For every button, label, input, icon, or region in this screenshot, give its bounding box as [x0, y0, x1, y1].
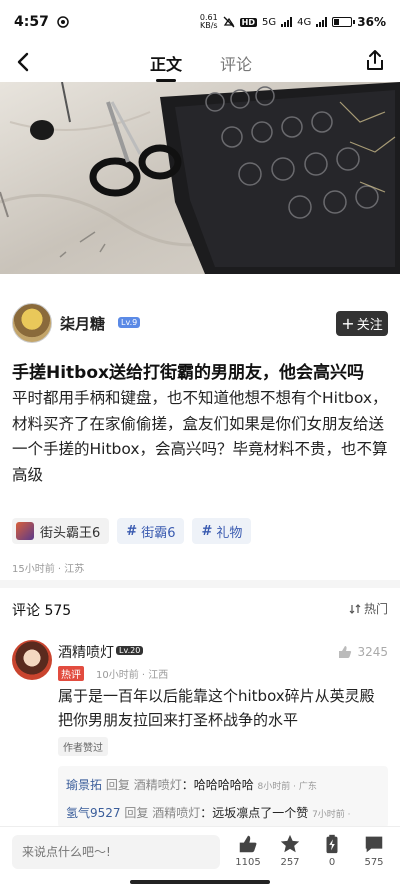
reply-target: 酒精喷灯: [152, 806, 201, 820]
reply-item[interactable]: 瑜景拓 回复 酒精喷灯：哈哈哈哈哈 8小时前 · 广东: [66, 772, 380, 800]
home-indicator[interactable]: [130, 880, 270, 884]
reply-item[interactable]: 氢气9527 回复 酒精喷灯：远坂凛点了一个赞 7小时前 ·: [66, 800, 380, 828]
reply-text: ：远坂凛点了一个赞: [200, 806, 309, 820]
reply-meta: 8小时前 · 广东: [257, 782, 317, 792]
share-icon[interactable]: [362, 48, 388, 74]
comments-header: 评论 575 热门: [12, 600, 388, 620]
like-count: 1105: [235, 857, 261, 868]
comment-text: 属于是一百年以后能靠这个hitbox碎片从英灵殿把你男朋友拉回来打圣杯战争的水平: [58, 687, 375, 729]
game-icon: [16, 522, 34, 540]
net-speed: 0.61 KB/s: [200, 14, 218, 30]
comment-bubble-icon: [365, 836, 383, 853]
signal-5g-label: 5G: [262, 16, 277, 28]
hashtag-icon: #: [201, 523, 213, 539]
article-title: 手搓Hitbox送给打街霸的男朋友，他会高兴吗: [12, 363, 364, 383]
signal-5g-icon: [281, 17, 293, 27]
section-divider: [0, 580, 400, 588]
hitbox-photo-illustration: [0, 82, 400, 274]
tags-row: 街头霸王6 # 街霸6 # 礼物: [12, 518, 252, 544]
back-arrow-icon[interactable]: [10, 48, 38, 76]
tab-comments[interactable]: 评论: [220, 51, 252, 75]
tab-main-text[interactable]: 正文: [150, 51, 182, 82]
favorite-count: 257: [280, 857, 300, 868]
follow-label: 关注: [356, 318, 383, 333]
bottom-action-bar: 1105 257 0 575: [0, 826, 400, 890]
tag-topic-2-label: 礼物: [216, 525, 243, 541]
battery-percent: 36%: [357, 15, 386, 29]
post-meta: 15小时前 · 江苏: [12, 564, 85, 575]
hot-comment-badge: 热评: [58, 666, 84, 681]
charge-count: 0: [328, 857, 336, 868]
comment-input[interactable]: [12, 835, 220, 869]
author-liked-badge: 作者赞过: [58, 737, 108, 756]
status-bar: 4:57 0.61 KB/s HD 5G 4G 36%: [0, 0, 400, 44]
commenter-name[interactable]: 酒精喷灯: [58, 642, 114, 662]
charge-button[interactable]: 0: [312, 833, 352, 868]
app-notification-icon: [57, 16, 69, 28]
follow-button[interactable]: + 关注: [336, 311, 388, 336]
like-button[interactable]: 1105: [228, 833, 268, 868]
reply-target: 酒精喷灯: [133, 778, 182, 792]
tag-game[interactable]: 街头霸王6: [12, 518, 110, 544]
commenter-level-badge: Lv.20: [116, 646, 144, 655]
comments-title: 评论 575: [12, 603, 72, 619]
reply-preview[interactable]: 瑜景拓 回复 酒精喷灯：哈哈哈哈哈 8小时前 · 广东 氢气9527 回复 酒精…: [58, 766, 388, 828]
tag-topic-1-label: 街霸6: [141, 525, 176, 541]
author-level-badge: Lv.9: [118, 317, 141, 328]
article-body: 平时都用手柄和键盘，也不知道他想不想有个Hitbox，材料买齐了在家偷偷搓，盒友…: [12, 389, 388, 484]
thumbs-up-icon: [239, 835, 257, 853]
author-avatar[interactable]: [12, 303, 52, 343]
sort-label: 热门: [363, 602, 388, 616]
star-icon: [280, 834, 300, 853]
net-speed-unit: KB/s: [199, 21, 218, 30]
tag-topic-2[interactable]: # 礼物: [192, 518, 252, 544]
sort-toggle[interactable]: 热门: [349, 600, 388, 617]
reply-verb: 回复: [105, 778, 130, 792]
tag-topic-1[interactable]: # 街霸6: [117, 518, 185, 544]
sort-icon: [349, 603, 361, 614]
status-time: 4:57: [14, 14, 49, 30]
battery-icon: [332, 17, 356, 27]
battery-charge-icon: [326, 834, 338, 854]
mute-icon: [223, 16, 235, 28]
signal-4g-label: 4G: [297, 16, 312, 28]
hashtag-icon: #: [126, 523, 138, 539]
author-name[interactable]: 柒月糖: [60, 313, 105, 334]
author-row: 柒月糖 Lv.9 + 关注: [12, 303, 388, 345]
reply-meta: 7小时前 ·: [312, 810, 351, 820]
reply-user[interactable]: 瑜景拓: [66, 778, 102, 792]
reply-text: ：哈哈哈哈哈: [181, 778, 254, 792]
favorite-button[interactable]: 257: [270, 833, 310, 868]
commenter-avatar[interactable]: [12, 640, 52, 680]
comment-meta: 10小时前 · 江西: [96, 670, 169, 681]
hd-badge: HD: [239, 17, 258, 27]
signal-4g-icon: [316, 17, 328, 27]
tag-game-label: 街头霸王6: [40, 525, 101, 541]
comment-like-count: 3245: [357, 645, 388, 659]
thumbs-up-icon: [339, 646, 352, 658]
comment-like-button[interactable]: 3245: [337, 644, 388, 660]
post-photo[interactable]: [0, 82, 400, 274]
comment-count: 575: [364, 857, 384, 868]
top-nav: 正文 评论: [0, 44, 400, 82]
reply-user[interactable]: 氢气9527: [66, 806, 121, 820]
comment-button[interactable]: 575: [354, 833, 394, 868]
plus-icon: +: [341, 313, 355, 333]
reply-verb: 回复: [124, 806, 149, 820]
